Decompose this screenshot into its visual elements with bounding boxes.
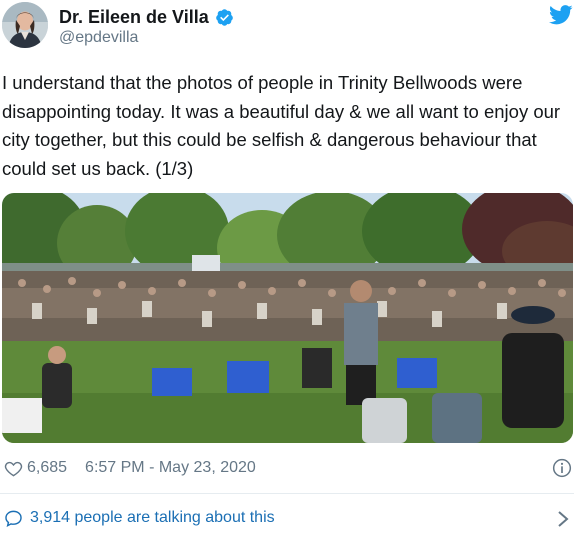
author-name-row[interactable]: Dr. Eileen de Villa	[59, 5, 234, 29]
tweet-card: Dr. Eileen de Villa @epdevilla I underst…	[0, 0, 574, 536]
display-name[interactable]: Dr. Eileen de Villa	[59, 7, 209, 28]
author-handle[interactable]: @epdevilla	[59, 29, 138, 47]
avatar-image	[2, 2, 48, 48]
divider	[0, 493, 574, 494]
conversation-link[interactable]: 3,914 people are talking about this	[4, 507, 275, 529]
conversation-label[interactable]: 3,914 people are talking about this	[30, 509, 275, 527]
twitter-bird-icon[interactable]	[549, 5, 573, 25]
tweet-text: I understand that the photos of people i…	[2, 72, 561, 179]
timestamp[interactable]: 6:57 PM - May 23, 2020	[85, 459, 256, 477]
chevron-right-icon[interactable]	[557, 510, 569, 528]
tweet-meta: 6,685 6:57 PM - May 23, 2020	[4, 457, 256, 479]
crowded-park-photo	[2, 193, 573, 443]
verified-badge-icon	[215, 8, 233, 26]
info-icon[interactable]	[552, 458, 572, 478]
avatar[interactable]	[2, 2, 48, 48]
heart-icon[interactable]	[4, 459, 23, 478]
speech-bubble-icon	[5, 510, 22, 527]
like-count[interactable]: 6,685	[27, 459, 67, 477]
tweet-photo[interactable]	[2, 193, 573, 443]
